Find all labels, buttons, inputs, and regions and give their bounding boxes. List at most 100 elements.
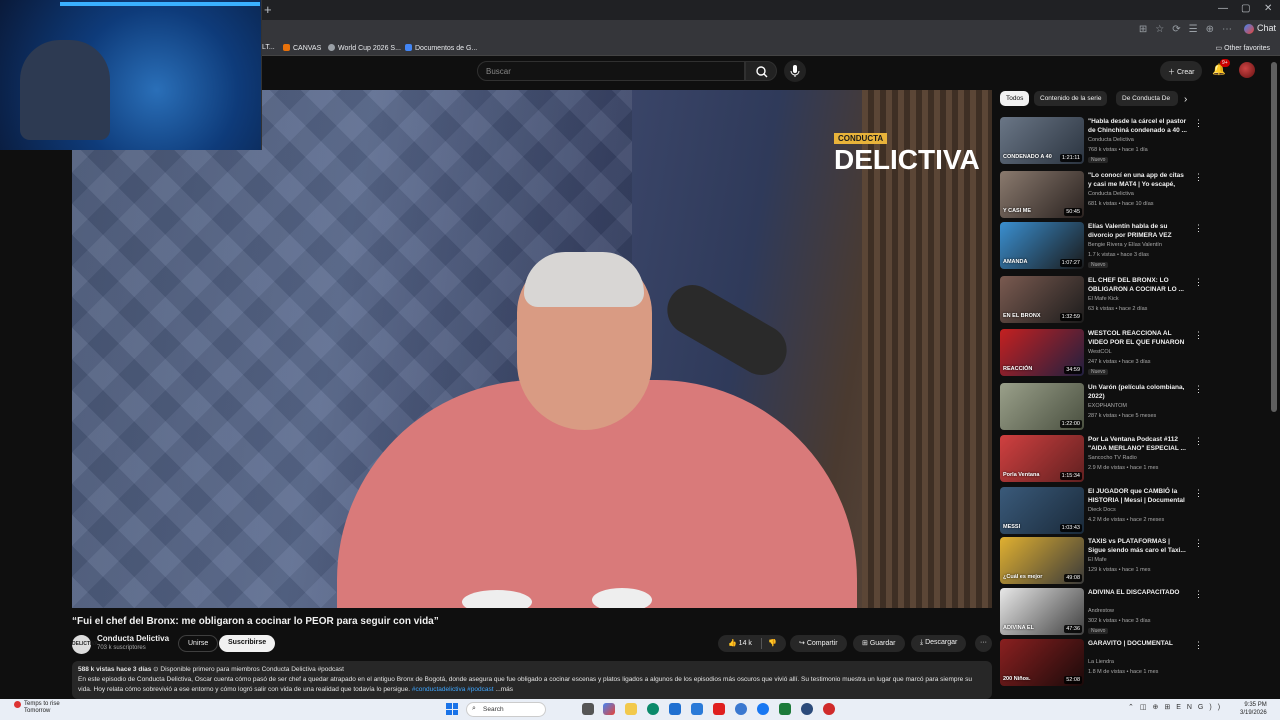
share-button[interactable]: ↪ Compartir bbox=[790, 635, 847, 652]
recommendation-channel[interactable]: La Liendra bbox=[1088, 659, 1114, 665]
user-avatar[interactable] bbox=[1239, 62, 1255, 78]
channel-name[interactable]: Conducta Delictiva bbox=[97, 634, 169, 643]
bookmark-partial[interactable]: LT... bbox=[262, 44, 275, 51]
show-more-link[interactable]: ...más bbox=[494, 686, 513, 693]
video-player[interactable]: CONDUCTA DELICTIVA bbox=[72, 90, 992, 608]
chat-button[interactable]: Chat bbox=[1243, 23, 1276, 34]
recommendation-channel[interactable]: El Mafe bbox=[1088, 557, 1107, 563]
chevron-right-icon[interactable]: › bbox=[1184, 94, 1187, 105]
more-options-icon[interactable]: ⋮ bbox=[1194, 488, 1203, 499]
recommendation-channel[interactable]: WestCOL bbox=[1088, 349, 1112, 355]
recommendation-item[interactable]: EN EL BRONX 1:32:59 EL CHEF DEL BRONX: LO … bbox=[1000, 276, 1203, 326]
mail-icon[interactable] bbox=[691, 703, 703, 715]
store-icon[interactable] bbox=[669, 703, 681, 715]
windows-start-icon[interactable] bbox=[446, 703, 458, 715]
recommendation-title[interactable]: ADIVINA EL DISCAPACITADO bbox=[1088, 588, 1188, 597]
recommendation-item[interactable]: ADIVINA EL 47:36 ADIVINA EL DISCAPACITADO A… bbox=[1000, 588, 1203, 638]
recommendation-item[interactable]: ¿Cuál es mejor 49:08 TAXIS vs PLATAFORMAS … bbox=[1000, 537, 1203, 587]
bookmark-canvas[interactable]: CANVAS bbox=[283, 44, 321, 52]
recommendation-title[interactable]: El JUGADOR que CAMBIÓ la HISTORIA | Mess… bbox=[1088, 487, 1188, 505]
recommendation-channel[interactable]: Dieck Docs bbox=[1088, 507, 1116, 513]
taskbar-search[interactable]: ⌕ Search bbox=[466, 702, 546, 717]
copilot-icon[interactable] bbox=[603, 703, 615, 715]
more-options-icon[interactable]: ⋮ bbox=[1194, 277, 1203, 288]
more-actions-button[interactable]: ··· bbox=[975, 635, 992, 652]
more-options-icon[interactable]: ⋮ bbox=[1194, 172, 1203, 183]
recommendation-channel[interactable]: Bengie Rivera y Elías Valentín bbox=[1088, 242, 1162, 248]
minimize-button[interactable]: — bbox=[1218, 3, 1228, 14]
facebook-icon[interactable] bbox=[757, 703, 769, 715]
recommendation-item[interactable]: Porla Ventana 1:15:34 Por La Ventana Podca… bbox=[1000, 435, 1203, 485]
like-dislike-group[interactable]: 👍 14 k 👎 bbox=[718, 635, 786, 652]
video-thumbnail[interactable]: AMANDA 1:07:27 bbox=[1000, 222, 1084, 269]
thumbs-up-icon[interactable]: 👍 bbox=[728, 640, 737, 647]
chip-conducta[interactable]: De Conducta De bbox=[1116, 91, 1178, 106]
video-thumbnail[interactable]: 200 Niños. 52:08 bbox=[1000, 639, 1084, 686]
video-thumbnail[interactable]: Y CASI ME 50:45 bbox=[1000, 171, 1084, 218]
recommendation-item[interactable]: MESSI 1:03:43 El JUGADOR que CAMBIÓ la HIS… bbox=[1000, 487, 1203, 537]
join-button[interactable]: Unirse bbox=[178, 635, 219, 652]
search-input[interactable]: Buscar bbox=[477, 61, 745, 81]
video-thumbnail[interactable]: EN EL BRONX 1:32:59 bbox=[1000, 276, 1084, 323]
recommendation-channel[interactable]: El Mafe Kick bbox=[1088, 296, 1119, 302]
thumbs-down-icon[interactable]: 👎 bbox=[768, 639, 777, 647]
task-view-icon[interactable] bbox=[582, 703, 594, 715]
recommendation-title[interactable]: Por La Ventana Podcast #112 "AIDA MERLAN… bbox=[1088, 435, 1188, 453]
recommendation-item[interactable]: CONDENADO A 40 1:21:11 "Habla desde la cár… bbox=[1000, 117, 1203, 167]
close-window-button[interactable]: ✕ bbox=[1264, 3, 1272, 14]
clock[interactable]: 9:35 PM 3/19/2026 bbox=[1240, 701, 1267, 717]
recommendation-item[interactable]: Y CASI ME 50:45 "Lo conocí en una app de c… bbox=[1000, 171, 1203, 221]
more-options-icon[interactable]: ⋮ bbox=[1194, 436, 1203, 447]
channel-avatar[interactable]: DELICTIVA bbox=[72, 635, 98, 654]
bookmark-documentos[interactable]: Documentos de G... bbox=[405, 44, 477, 52]
video-thumbnail[interactable]: MESSI 1:03:43 bbox=[1000, 487, 1084, 534]
more-options-icon[interactable]: ⋮ bbox=[1194, 330, 1203, 341]
recommendation-title[interactable]: Elías Valentín habla de su divorcio por … bbox=[1088, 222, 1188, 240]
create-button[interactable]: ＋ Crear bbox=[1160, 61, 1202, 81]
recommendation-title[interactable]: Un Varón (película colombiana, 2022) bbox=[1088, 383, 1188, 401]
more-options-icon[interactable]: ⋮ bbox=[1194, 589, 1203, 600]
description-box[interactable]: 588 k vistas hace 3 días ⊙ Disponible pr… bbox=[72, 661, 992, 699]
recommendation-channel[interactable]: EXOPHANTOM bbox=[1088, 403, 1127, 409]
recommendation-title[interactable]: GARAVITO | DOCUMENTAL bbox=[1088, 639, 1188, 648]
file-explorer-icon[interactable] bbox=[625, 703, 637, 715]
weather-widget[interactable]: Temps to rise Tomorrow bbox=[14, 701, 60, 715]
description-tags[interactable]: #conductadelictiva #podcast bbox=[410, 686, 494, 693]
video-thumbnail[interactable]: REACCIÓN 34:59 bbox=[1000, 329, 1084, 376]
excel-icon[interactable] bbox=[779, 703, 791, 715]
other-favorites[interactable]: ▭ Other favorites bbox=[1216, 44, 1270, 52]
more-options-icon[interactable]: ⋮ bbox=[1194, 640, 1203, 651]
recommendation-title[interactable]: "Lo conocí en una app de citas y casi me… bbox=[1088, 171, 1188, 190]
recommendation-channel[interactable]: Andrestow bbox=[1088, 608, 1114, 614]
more-options-icon[interactable]: ⋮ bbox=[1194, 118, 1203, 129]
more-options-icon[interactable]: ⋮ bbox=[1194, 384, 1203, 395]
bookmark-world-cup[interactable]: World Cup 2026 S... bbox=[328, 44, 401, 52]
recommendation-item[interactable]: 200 Niños. 52:08 GARAVITO | DOCUMENTAL La L… bbox=[1000, 639, 1203, 689]
search-button[interactable] bbox=[745, 61, 777, 81]
video-thumbnail[interactable]: CONDENADO A 40 1:21:11 bbox=[1000, 117, 1084, 164]
recommendation-item[interactable]: REACCIÓN 34:59 WESTCOL REACCIONA AL VIDEO … bbox=[1000, 329, 1203, 379]
download-button[interactable]: ⤓ Descargar bbox=[911, 635, 967, 652]
chip-todos[interactable]: Todos bbox=[1000, 91, 1030, 106]
recommendation-item[interactable]: 1:22:00 Un Varón (película colombiana, 20… bbox=[1000, 383, 1203, 433]
browser-icon[interactable] bbox=[735, 703, 747, 715]
steam-icon[interactable] bbox=[801, 703, 813, 715]
video-thumbnail[interactable]: Porla Ventana 1:15:34 bbox=[1000, 435, 1084, 482]
more-options-icon[interactable]: ⋮ bbox=[1194, 538, 1203, 549]
more-options-icon[interactable]: ⋮ bbox=[1194, 223, 1203, 234]
video-thumbnail[interactable]: 1:22:00 bbox=[1000, 383, 1084, 430]
recommendation-title[interactable]: EL CHEF DEL BRONX: LO OBLIGARON A COCINA… bbox=[1088, 276, 1188, 294]
recommendation-item[interactable]: AMANDA 1:07:27 Elías Valentín habla de su … bbox=[1000, 222, 1203, 272]
video-thumbnail[interactable]: ADIVINA EL 47:36 bbox=[1000, 588, 1084, 635]
recommendation-title[interactable]: "Habla desde la cárcel el pastor de Chin… bbox=[1088, 117, 1188, 135]
voice-search-button[interactable] bbox=[784, 60, 806, 82]
toolbar-icons[interactable]: ⊞☆⟳☰⊕⋯ bbox=[1139, 24, 1240, 35]
scrollbar[interactable] bbox=[1271, 62, 1277, 412]
edge-icon[interactable] bbox=[647, 703, 659, 715]
chip-serie[interactable]: Contenido de la serie bbox=[1034, 91, 1108, 106]
new-tab-button[interactable]: + bbox=[264, 2, 272, 17]
save-button[interactable]: ⊞ Guardar bbox=[853, 635, 905, 652]
recommendation-channel[interactable]: Conducta Delictiva bbox=[1088, 191, 1134, 197]
recommendation-title[interactable]: TAXIS vs PLATAFORMAS | Sigue siendo más … bbox=[1088, 537, 1188, 555]
video-thumbnail[interactable]: ¿Cuál es mejor 49:08 bbox=[1000, 537, 1084, 584]
